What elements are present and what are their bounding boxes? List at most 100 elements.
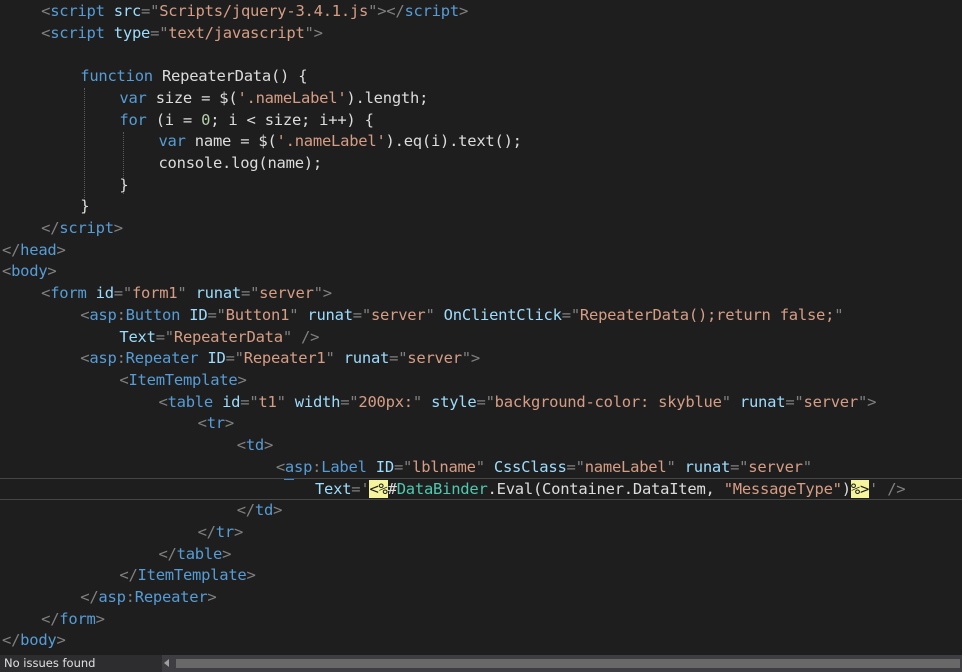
punctuation: < [197,414,207,433]
attribute-value: server [259,284,314,303]
punctuation: > [207,587,217,606]
punctuation: > [237,370,247,389]
code-line[interactable]: } [119,175,128,197]
code-line[interactable]: </head> [2,240,66,262]
code-line[interactable]: <table id="t1" width="200px:" style="bac… [158,392,876,414]
punctuation: < [80,349,90,368]
code-line[interactable]: for (i = 0; i < size; i++) { [119,110,374,132]
indent-guide [84,88,85,214]
tag-name: tr [206,414,225,433]
tag-name: asp [89,305,117,324]
code-line[interactable]: function RepeaterData() { [80,66,307,88]
code-line[interactable]: Text="RepeaterData" /> [119,327,319,349]
code-line[interactable]: var size = $('.nameLabel').length; [119,88,428,110]
punctuation: =" [352,305,371,324]
punctuation: /> [887,480,906,499]
punctuation: > [263,436,274,454]
string-literal: '.nameLabel' [276,132,386,151]
code-line[interactable]: <body> [2,261,57,283]
attribute-value: text/javascript [168,23,305,42]
punctuation: > [273,501,283,520]
method-name: Eval [496,480,534,499]
asp-delimiter: %> [850,480,870,499]
scroll-thumb[interactable] [176,659,960,668]
code-line[interactable]: </ItemTemplate> [119,565,256,587]
code-line[interactable]: </body> [2,630,66,652]
attribute-name: src [113,2,142,20]
attribute-value: 200px: [358,392,413,411]
code-line[interactable]: <asp:Label ID="lblname" CssClass="nameLa… [276,457,812,479]
punctuation: > [56,240,66,259]
chevron-left-icon[interactable] [164,659,169,667]
code-editor[interactable]: <script src="Scripts/jquery-3.4.1.js"></… [0,0,962,655]
attribute-name: id [222,392,241,411]
code-line-current[interactable]: Text='<%#DataBinder.Eval(Container.DataI… [0,478,962,501]
punctuation: " [276,392,286,411]
horizontal-scrollbar[interactable] [162,655,962,672]
punctuation: < [236,436,246,454]
code-line[interactable]: var name = $('.nameLabel').eq(i).text(); [158,131,522,153]
punctuation: < [158,392,168,411]
code-line[interactable]: </tr> [197,522,244,544]
code-line[interactable]: </table> [158,544,231,566]
tag-name: ItemTemplate [137,566,247,585]
tag-name: body [20,631,57,650]
code-line[interactable]: </td> [237,500,283,522]
keyword: function [80,67,153,86]
code-line[interactable]: } [80,196,89,218]
punctuation: =" [240,392,259,411]
code-line[interactable]: </form> [41,609,105,631]
punctuation: </ [197,522,216,541]
keyword: for [119,110,147,129]
punctuation: < [2,262,12,281]
punctuation: > [47,262,57,281]
tag-name: script [59,219,114,237]
tag-name: Label [321,457,367,476]
code-line[interactable]: <td> [236,435,274,457]
code-line[interactable]: </asp:Repeater> [80,587,217,609]
attribute-name: OnClientClick [443,305,562,324]
code-text: ) [841,480,851,499]
punctuation: " [666,457,676,476]
code-line[interactable]: <form id="form1" runat="server"> [41,283,332,305]
attribute-value: nameLabel [584,457,667,476]
issues-status[interactable]: No issues found [4,655,95,672]
code-text: ).length; [346,88,429,107]
attribute-value: server [370,305,426,324]
code-line[interactable]: <script type="text/javascript"> [41,23,323,45]
code-line[interactable]: <asp:Repeater ID="Repeater1" runat="serv… [80,348,480,370]
tag-name: form [50,284,87,303]
attribute-name: Text [119,327,156,346]
punctuation: </ [41,219,60,237]
attribute-name: width [294,392,341,411]
number-literal: 0 [201,110,211,129]
code-line[interactable]: <script src="Scripts/jquery-3.4.1.js"></… [41,1,468,23]
punctuation: : [116,305,126,324]
punctuation: : [125,587,135,606]
code-line[interactable]: console.log(name); [158,153,322,175]
punctuation: > [113,219,123,237]
code-line[interactable]: <tr> [197,413,235,435]
punctuation: < [275,457,285,476]
punctuation: =" [389,349,408,368]
punctuation: < [80,305,90,324]
attribute-name: runat [684,457,731,476]
punctuation: =" [393,457,413,476]
tag-name: Repeater [125,349,199,368]
code-line[interactable]: <ItemTemplate> [119,370,246,392]
code-line[interactable]: </script> [41,218,123,240]
punctuation: "> [313,284,332,303]
tag-name: asp [89,349,117,368]
string-literal: '.nameLabel' [237,88,347,107]
punctuation: > [458,2,469,20]
punctuation: > [95,609,105,628]
code-line[interactable]: <asp:Button ID="Button1" runat="server" … [80,305,843,327]
punctuation: =" [566,457,585,476]
